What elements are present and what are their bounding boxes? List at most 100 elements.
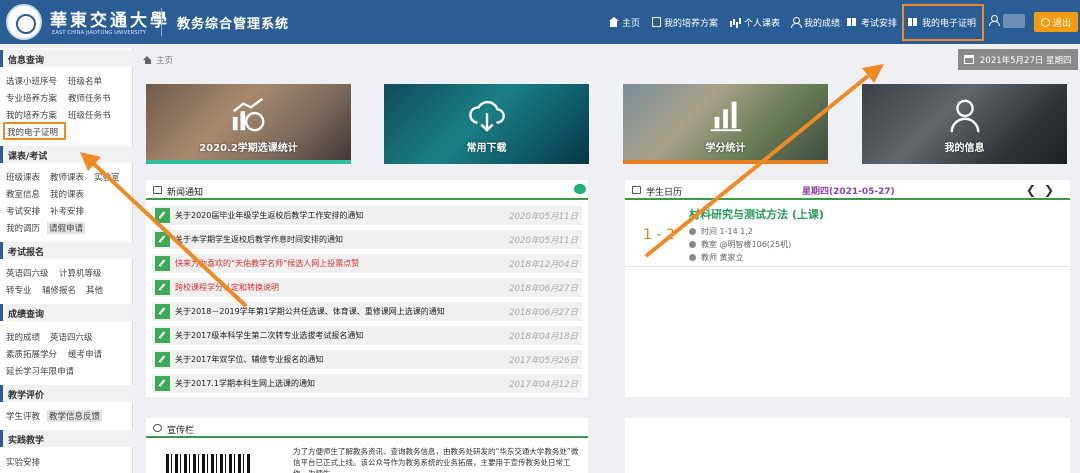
sidebar-item[interactable]: 教师课表 [50,171,84,183]
home-icon [143,56,152,64]
sidebar-item[interactable]: 教学信息反馈 [47,410,103,422]
sidebar-item[interactable]: 我的培养方案 [6,109,57,121]
news-title[interactable]: 关于2020届毕业年级学生返校后教学工作安排的通知 [175,210,363,221]
news-item[interactable]: 关于2020届毕业年级学生返校后教学工作安排的通知 2020年05月11日 [152,206,582,225]
tile-my-info[interactable]: 我的信息 [862,84,1067,164]
sidebar-item[interactable]: 专业培养方案 [6,92,57,104]
more-button[interactable] [574,184,586,194]
sidebar-item[interactable]: 选课小班序号 [6,75,57,87]
bars-icon [730,17,741,27]
sidebar-item[interactable]: 我的调历 [6,222,40,234]
pen-icon [155,304,170,319]
sidebar-item[interactable]: 教室信息 [6,188,40,200]
nav-timetable[interactable]: 个人课表 [730,0,780,44]
sidebar-item[interactable]: 素质拓展学分 [6,348,57,360]
tile-downloads[interactable]: 常用下载 [384,84,589,164]
course-room: 教室 @明智楼106(25机) [689,239,791,250]
news-date: 2018年12月04日 [509,260,578,270]
sidebar-item[interactable]: 学生评教 [6,410,40,422]
home-icon [608,17,619,27]
sidebar-item[interactable]: 考试安排 [6,205,40,217]
sidebar-item[interactable]: 我的成绩 [6,331,40,343]
sidebar-item[interactable]: 教师任务书 [68,92,111,104]
news-title[interactable]: 关于2017.1学期本科生网上选课的通知 [175,378,315,389]
user-icon [790,17,802,28]
sidebar-section-evaluation[interactable]: 教学评价 [0,385,133,402]
nav-grades[interactable]: 我的成绩 [790,0,840,44]
sidebar: 信息查询 选课小班序号 班级名单 专业培养方案 教师任务书 我的培养方案 班级任… [0,48,133,473]
sidebar-item[interactable]: 我的课表 [50,188,84,200]
sidebar-item[interactable]: 请假申请 [47,222,86,234]
sidebar-item[interactable]: 英语四六级 [50,331,93,343]
sidebar-section-registration[interactable]: 考试报名 [0,242,133,259]
calendar-weekday: 星期四(2021-05-27) [802,187,895,197]
pen-icon [155,232,170,247]
tile-credit-statistics[interactable]: 学分统计 [623,84,828,164]
news-date: 2018年06月27日 [509,308,578,318]
news-panel: 新闻通知 关于2020届毕业年级学生返校后教学工作安排的通知 2020年05月11… [146,180,588,397]
book-icon [847,17,858,27]
news-date: 2018年06月27日 [509,284,578,294]
tile-accent [623,160,828,164]
news-date: 2017年05月26日 [509,356,578,366]
person-icon [950,99,979,133]
pen-icon [155,352,170,367]
arrow-head [862,64,884,83]
sidebar-item[interactable]: 转专业 [6,284,32,296]
sidebar-item[interactable]: 其他 [86,284,103,296]
promo-header: 宣传栏 [146,418,588,438]
university-name: 華東交通大學 [50,11,170,31]
pen-icon [155,256,170,271]
sidebar-item[interactable]: 实验室 [94,171,120,183]
promo-panel: 宣传栏 为了方便师生了解教务资讯、查询教务信息，由教务处研发的“华东交通大学教务… [146,418,588,473]
power-icon [1040,17,1050,27]
nav-training-plan[interactable]: 我的培养方案 [652,0,718,44]
news-item[interactable]: 快来为你喜欢的“天佑教学名师”候选人网上投票点赞 2018年12月04日 [152,254,582,273]
sidebar-item[interactable]: 英语四六级 [6,267,49,279]
news-title[interactable]: 关于本学期学生返校后教学作息时间安排的通知 [175,234,343,245]
sidebar-section-grades[interactable]: 成绩查询 [0,304,133,321]
course-entry[interactable]: 1 - 2 材料研究与测试方法 (上课) 时间 1-14 1,2 教室 @明智楼… [625,202,1070,267]
news-item[interactable]: 关于本学期学生返校后教学作息时间安排的通知 2020年05月11日 [152,230,582,249]
news-title[interactable]: 跨校课程学分认定和转换说明 [175,282,279,293]
calendar-header: 学生日历 星期四(2021-05-27) ❮❯ [625,180,1070,200]
sidebar-item[interactable]: 缓考申请 [68,348,102,360]
news-title[interactable]: 快来为你喜欢的“天佑教学名师”候选人网上投票点赞 [175,258,359,269]
logout-button[interactable]: 退出 [1034,12,1078,32]
breadcrumb[interactable]: 主页 [143,54,173,66]
news-item[interactable]: 跨校课程学分认定和转换说明 2018年06月27日 [152,278,582,297]
sidebar-item[interactable]: 补考安排 [50,205,84,217]
university-logo [6,4,42,40]
sidebar-item[interactable]: 计算机等级 [59,267,102,279]
sidebar-item[interactable]: 班级任务书 [68,109,111,121]
sidebar-item[interactable]: 延长学习年限申请 [6,365,74,377]
calendar-panel: 学生日历 星期四(2021-05-27) ❮❯ 1 - 2 材料研究与测试方法 … [625,180,1070,397]
sidebar-item[interactable]: 班级课表 [6,171,40,183]
nav-home[interactable]: 主页 [608,0,640,44]
user-icon[interactable] [988,15,1000,28]
sidebar-section-info[interactable]: 信息查询 [0,50,133,67]
sidebar-item[interactable]: 班级名单 [68,75,102,87]
news-item[interactable]: 关于2018－2019学年第1学期公共任选课、体育课、重修课网上选课的通知 201… [152,302,582,321]
pen-icon [155,280,170,295]
pen-icon [155,376,170,391]
news-item[interactable]: 关于2017.1学期本科生网上选课的通知 2017年04月12日 [152,374,582,393]
tile-course-statistics[interactable]: 2020.2学期选课统计 [146,84,351,164]
sidebar-item[interactable]: 实验安排 [6,456,40,468]
sidebar-section-practice[interactable]: 实践教学 [0,430,133,447]
sidebar-section-schedule[interactable]: 课表/考试 [0,146,133,163]
user-name-blurred[interactable] [1003,14,1025,28]
news-title[interactable]: 关于2018－2019学年第1学期公共任选课、体育课、重修课网上选课的通知 [175,306,445,317]
qr-code [166,454,251,473]
calendar-icon [632,186,641,194]
pen-icon [155,208,170,223]
news-title[interactable]: 关于2017级本科学生第二次转专业选拔考试报名通知 [175,330,363,341]
nav-exams[interactable]: 考试安排 [847,0,897,44]
calendar-nav-arrows[interactable]: ❮❯ [1026,183,1062,197]
system-title: 教务综合管理系统 [177,17,290,32]
sidebar-item[interactable]: 辅修报名 [42,284,76,296]
news-title[interactable]: 关于2017年双学位、辅修专业报名的通知 [175,354,323,365]
news-item[interactable]: 关于2017级本科学生第二次转专业选拔考试报名通知 2018年04月18日 [152,326,582,345]
news-item[interactable]: 关于2017年双学位、辅修专业报名的通知 2017年05月26日 [152,350,582,369]
header-divider [161,8,162,36]
